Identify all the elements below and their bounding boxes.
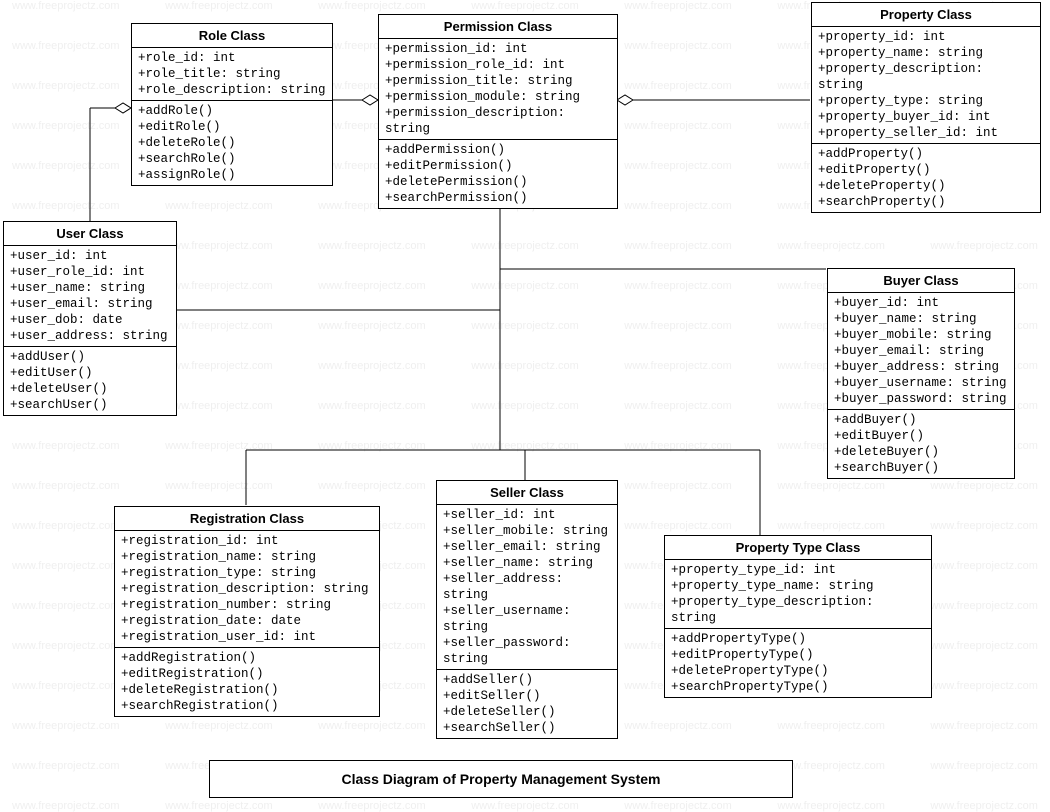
- class-box-buyer: Buyer Class +buyer_id: int+buyer_name: s…: [827, 268, 1015, 479]
- class-box-propertytype: Property Type Class +property_type_id: i…: [664, 535, 932, 698]
- class-title-user: User Class: [4, 222, 176, 246]
- class-attrs-registration: +registration_id: int+registration_name:…: [115, 531, 379, 648]
- class-title-property: Property Class: [812, 3, 1040, 27]
- diagram-caption: Class Diagram of Property Management Sys…: [209, 760, 793, 798]
- class-attrs-role: +role_id: int+role_title: string+role_de…: [132, 48, 332, 101]
- class-ops-permission: +addPermission()+editPermission()+delete…: [379, 140, 617, 208]
- class-attrs-user: +user_id: int+user_role_id: int+user_nam…: [4, 246, 176, 347]
- class-box-role: Role Class +role_id: int+role_title: str…: [131, 23, 333, 186]
- class-title-permission: Permission Class: [379, 15, 617, 39]
- class-box-user: User Class +user_id: int+user_role_id: i…: [3, 221, 177, 416]
- class-ops-propertytype: +addPropertyType()+editPropertyType()+de…: [665, 629, 931, 697]
- class-ops-registration: +addRegistration()+editRegistration()+de…: [115, 648, 379, 716]
- class-title-registration: Registration Class: [115, 507, 379, 531]
- class-ops-user: +addUser()+editUser()+deleteUser()+searc…: [4, 347, 176, 415]
- class-title-propertytype: Property Type Class: [665, 536, 931, 560]
- class-ops-property: +addProperty()+editProperty()+deleteProp…: [812, 144, 1040, 212]
- class-box-seller: Seller Class +seller_id: int+seller_mobi…: [436, 480, 618, 739]
- class-box-property: Property Class +property_id: int+propert…: [811, 2, 1041, 213]
- class-title-seller: Seller Class: [437, 481, 617, 505]
- class-title-buyer: Buyer Class: [828, 269, 1014, 293]
- class-title-role: Role Class: [132, 24, 332, 48]
- class-attrs-permission: +permission_id: int+permission_role_id: …: [379, 39, 617, 140]
- class-attrs-property: +property_id: int+property_name: string+…: [812, 27, 1040, 144]
- class-ops-seller: +addSeller()+editSeller()+deleteSeller()…: [437, 670, 617, 738]
- class-attrs-seller: +seller_id: int+seller_mobile: string+se…: [437, 505, 617, 670]
- class-box-registration: Registration Class +registration_id: int…: [114, 506, 380, 717]
- class-box-permission: Permission Class +permission_id: int+per…: [378, 14, 618, 209]
- class-ops-buyer: +addBuyer()+editBuyer()+deleteBuyer()+se…: [828, 410, 1014, 478]
- class-attrs-propertytype: +property_type_id: int+property_type_nam…: [665, 560, 931, 629]
- class-ops-role: +addRole()+editRole()+deleteRole()+searc…: [132, 101, 332, 185]
- class-attrs-buyer: +buyer_id: int+buyer_name: string+buyer_…: [828, 293, 1014, 410]
